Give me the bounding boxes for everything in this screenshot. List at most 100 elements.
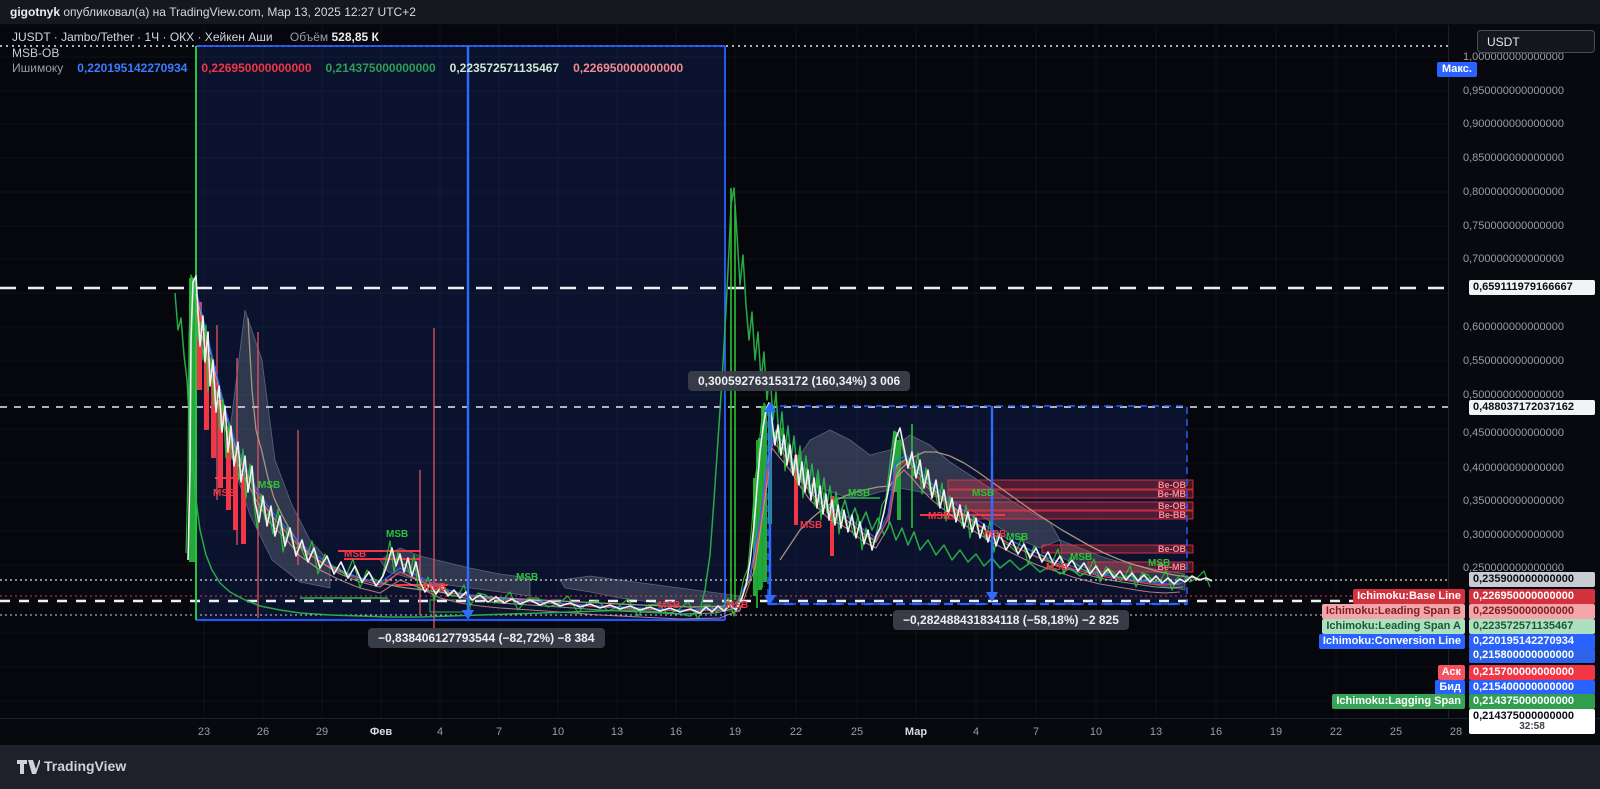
time-axis-label[interactable]: Мар [905,726,927,738]
max-price-badge[interactable]: Макс. [1437,62,1477,77]
price-badge-value: 0,235900000000000 [1469,572,1595,587]
msb-label: MSB [984,529,1006,540]
volume-label: Объём [289,30,329,44]
price-tick-label: 0,300000000000000 [1463,529,1564,541]
msb-label: MSB [424,582,446,593]
currency-selector[interactable]: USDT [1477,30,1595,53]
price-tick-label: 0,850000000000000 [1463,152,1564,164]
price-badge-label: Ichimoku:Lagging Span [1332,694,1465,709]
time-axis-label[interactable]: 7 [496,726,502,738]
price-badge-row: Аск 0,215700000000000 [1437,665,1595,680]
price-tick-label: 0,750000000000000 [1463,220,1564,232]
ichimoku-value-2: 0,226950000000000 [201,61,312,75]
time-axis-label[interactable]: 23 [198,726,210,738]
price-badge-value: 0,215400000000000 [1469,680,1595,695]
time-axis-label[interactable]: Фев [370,726,392,738]
price-badge-row: Ichimoku:Lagging Span 0,214375000000000 [1332,694,1595,709]
indicator-ichimoku[interactable]: Ишимоку 0,220195142270934 0,2269500000000… [12,61,683,75]
zone-label: Be-BB [1158,510,1186,520]
price-badge-row: Бид 0,215400000000000 [1435,680,1595,695]
chart-panel[interactable]: Be-OB Be-MB Be-OB Be-BB Be-OB Be-MB MSB MSB MSB M… [0,25,1477,718]
price-badge-value: 0,215800000000000 [1469,648,1595,663]
measure-tooltip-2: −0,838406127793544 (−82,72%) −8 384 [368,628,605,648]
price-badge-value: 0,220195142270934 [1469,634,1595,649]
msb-label: MSB [386,529,408,540]
msb-label: MSB [658,600,680,611]
msb-label: MSB [848,488,870,499]
price-badge-value: 0,226950000000000 [1469,604,1595,619]
msb-label: MSB [1148,558,1170,569]
price-badge-label: Аск [1437,665,1465,680]
ichimoku-value-4: 0,223572571135467 [449,61,560,75]
price-tick-label: 0,900000000000000 [1463,118,1564,130]
msb-label: MSB [928,511,950,522]
price-badge-label: Ichimoku:Base Line [1353,589,1465,604]
price-badge-value: 0,214375000000000 [1469,694,1595,709]
msb-label: MSB [726,600,748,611]
msb-label: MSB [516,572,538,583]
price-tick-label: 0,800000000000000 [1463,186,1564,198]
time-axis-label[interactable]: 25 [851,726,863,738]
time-axis-label[interactable]: 10 [552,726,564,738]
time-axis-label[interactable]: 26 [257,726,269,738]
price-badge-row: 0,488037172037162 [1469,400,1595,415]
price-tick-label: 0,600000000000000 [1463,321,1564,333]
time-axis-label[interactable]: 19 [1270,726,1282,738]
supply-zone [947,501,1194,511]
ichimoku-value-1: 0,220195142270934 [77,61,188,75]
share-bar: gigotnyk опубликовал(а) на TradingView.c… [0,0,1600,25]
tradingview-brand-text[interactable]: TradingView [44,758,126,774]
zone-label: Be-MB [1158,489,1187,499]
zone-label: Be-OB [1158,544,1187,554]
msb-label: MSB [1006,532,1028,543]
indicator-msb-ob[interactable]: MSB-OB [12,46,59,60]
symbol-header[interactable]: JUSDT · Jambo/Tether · 1Ч · ОКХ · Хейкен… [12,30,379,44]
price-tick-label: 0,400000000000000 [1463,462,1564,474]
msb-label: MSB [258,480,280,491]
time-axis-label[interactable]: 19 [729,726,741,738]
time-axis-label[interactable]: 4 [973,726,979,738]
time-axis-label[interactable]: 22 [1330,726,1342,738]
measure-tooltip-3: −0,282488431834118 (−58,18%) −2 825 [893,610,1129,630]
time-axis-label[interactable]: 28 [1450,726,1462,738]
price-badge-value: 0,215700000000000 [1469,665,1595,680]
price-badge-row: 0,214375000000000 32:58 [1469,709,1595,734]
symbol-title[interactable]: JUSDT · Jambo/Tether · 1Ч · ОКХ · Хейкен… [12,30,273,44]
footer-bar: TradingView [0,744,1600,789]
ichimoku-value-3: 0,214375000000000 [325,61,436,75]
price-badge-row: 0,235900000000000 [1469,572,1595,587]
msb-label: MSB [800,520,822,531]
price-tick-label: 0,700000000000000 [1463,253,1564,265]
price-tick-label: 0,950000000000000 [1463,85,1564,97]
share-text: опубликовал(а) на TradingView.com, Мар 1… [60,5,416,19]
price-badge-value: 0,223572571135467 [1469,619,1595,634]
price-badge-label: Ichimoku:Leading Span B [1321,604,1465,619]
price-badge-row: 0,215800000000000 [1469,648,1595,663]
time-axis-label[interactable]: 13 [611,726,623,738]
time-axis-label[interactable]: 10 [1090,726,1102,738]
time-axis-label[interactable]: 29 [316,726,328,738]
price-badge-row: Ichimoku:Leading Span A 0,223572571135467 [1322,619,1595,634]
volume-value: 528,85 К [331,30,379,44]
price-tick-label: 0,450000000000000 [1463,427,1564,439]
price-badge-value: 0,226950000000000 [1469,589,1595,604]
time-axis-label[interactable]: 4 [437,726,443,738]
price-badge-label: Ichimoku:Conversion Line [1318,634,1465,649]
price-badge-value: 0,214375000000000 32:58 [1469,709,1595,734]
time-axis-label[interactable]: 16 [670,726,682,738]
time-axis[interactable]: 23 26 29 Фев 4 7 10 13 16 19 22 25 Мар 4 7 10 13 16 19 22 25… [0,718,1600,745]
time-axis-label[interactable]: 25 [1390,726,1402,738]
msb-label: MSB [972,488,994,499]
msb-label: MSB [1046,562,1068,573]
time-axis-label[interactable]: 22 [790,726,802,738]
time-axis-label[interactable]: 7 [1033,726,1039,738]
price-badge-label: Ichimoku:Leading Span A [1322,619,1465,634]
price-badge-value: 0,659111979166667 [1469,280,1595,295]
tradingview-logo-icon[interactable] [16,759,40,775]
time-axis-label[interactable]: 16 [1210,726,1222,738]
ichimoku-value-5: 0,226950000000000 [573,61,684,75]
time-axis-label[interactable]: 13 [1150,726,1162,738]
msb-label: MSB [1070,552,1092,563]
price-tick-label: 0,550000000000000 [1463,355,1564,367]
share-username: gigotnyk [10,5,60,19]
